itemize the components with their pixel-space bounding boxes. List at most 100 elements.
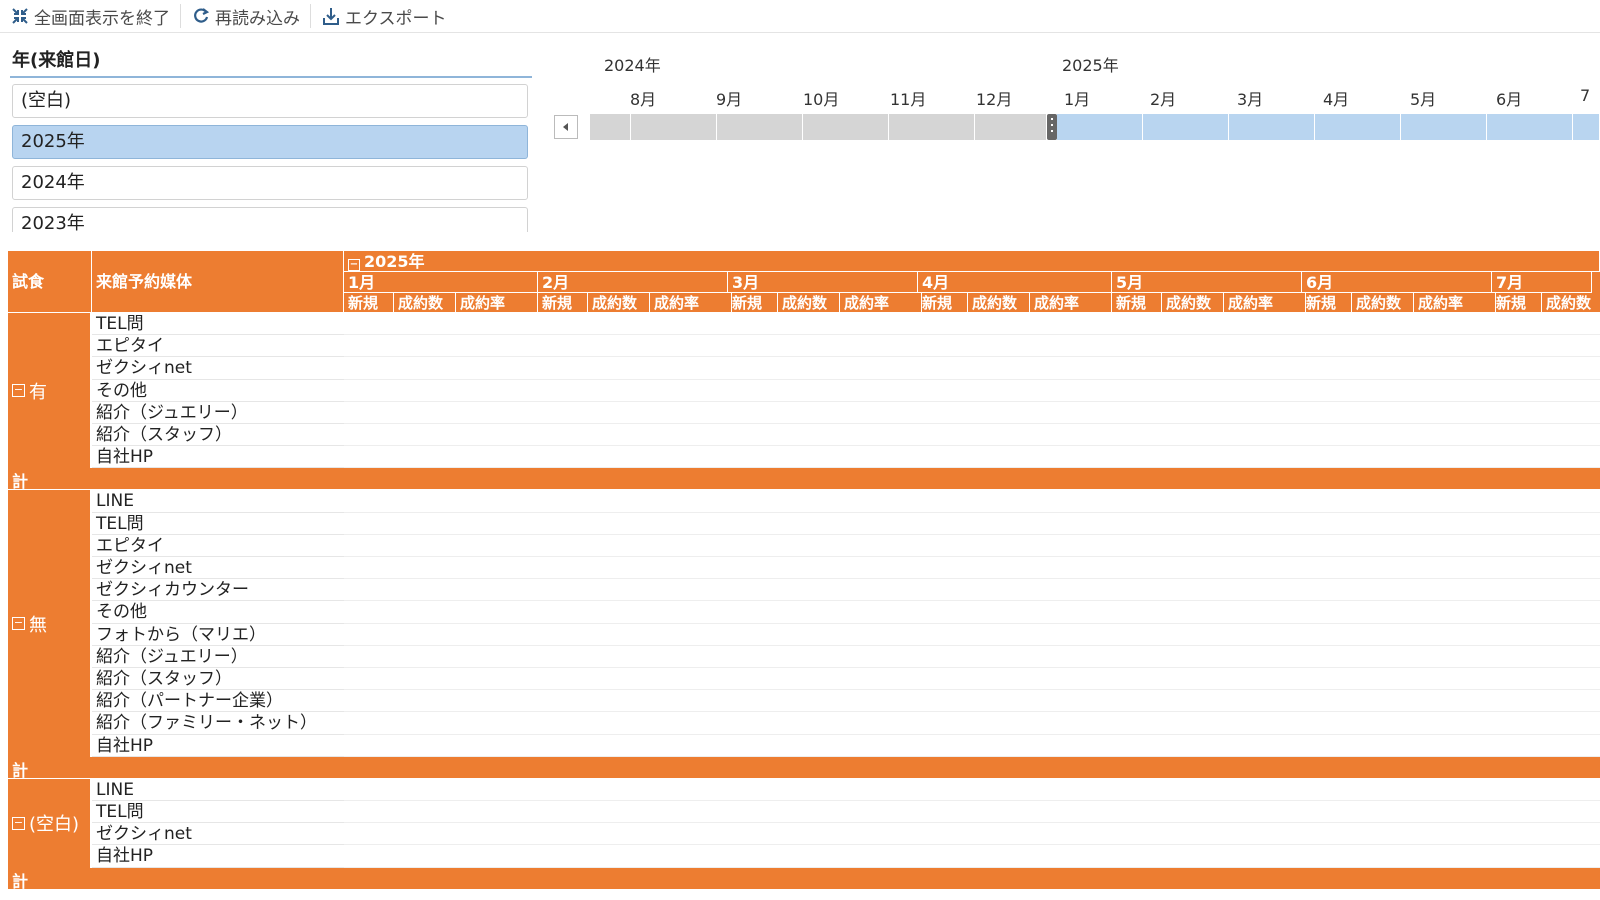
measure-header[interactable]: 成約率 <box>1414 293 1496 313</box>
month-header[interactable]: 2月 <box>538 272 728 293</box>
year-header[interactable]: −2025年 <box>344 251 1600 272</box>
data-row <box>344 335 1600 358</box>
measure-header[interactable]: 新規 <box>1112 293 1162 313</box>
timeline-segment[interactable] <box>803 114 889 140</box>
pivot-table: 試食 来館予約媒体 −2025年 1月 2月 3月 4月 5月 6月 7月 新規 成約数 成約率… <box>8 251 1600 900</box>
measure-header[interactable]: 成約率 <box>456 293 538 313</box>
month-header[interactable]: 4月 <box>918 272 1112 293</box>
row-label[interactable]: TEL問 <box>92 513 344 535</box>
total-label: 計 <box>12 472 29 492</box>
row-label[interactable]: LINE <box>92 779 344 801</box>
row-label[interactable]: ゼクシィカウンター <box>92 579 344 602</box>
timeline-segment[interactable] <box>631 114 717 140</box>
data-row <box>344 490 1600 513</box>
month-header[interactable]: 1月 <box>344 272 538 293</box>
row-label[interactable]: 紹介（ジュエリー） <box>92 402 344 424</box>
total-label: 計 <box>12 760 29 780</box>
timeline-segment[interactable] <box>889 114 975 140</box>
measure-header[interactable]: 新規 <box>728 293 778 313</box>
row-label[interactable]: 紹介（ファミリー・ネット） <box>92 712 344 735</box>
row-label[interactable]: 紹介（スタッフ） <box>92 424 344 447</box>
row-label[interactable]: ゼクシィnet <box>92 557 344 580</box>
measure-header[interactable]: 新規 <box>344 293 394 313</box>
measure-header[interactable]: 新規 <box>918 293 968 313</box>
row-label[interactable]: エピタイ <box>92 535 344 557</box>
month-header[interactable]: 6月 <box>1302 272 1492 293</box>
measure-header[interactable]: 成約数 <box>1352 293 1414 313</box>
slicer-item-blank[interactable]: (空白) <box>12 84 528 118</box>
row-label[interactable]: TEL問 <box>92 313 344 336</box>
slicer-item-2023[interactable]: 2023年 <box>12 207 528 232</box>
total-label: 計 <box>12 871 29 891</box>
timeline-scroll-left-button[interactable] <box>554 115 578 139</box>
measure-header[interactable]: 成約率 <box>650 293 732 313</box>
measure-header[interactable]: 新規 <box>1492 293 1542 313</box>
timeline-month: 12月 <box>976 90 1013 109</box>
collapse-group-icon[interactable]: − <box>12 384 25 398</box>
row-label[interactable]: その他 <box>92 601 344 624</box>
timeline-year-2025: 2025年 <box>1062 56 1119 75</box>
data-row <box>344 579 1600 602</box>
measure-header[interactable]: 成約率 <box>1224 293 1306 313</box>
slicer-item-2024[interactable]: 2024年 <box>12 166 528 200</box>
row-label[interactable]: エピタイ <box>92 335 344 358</box>
row-label[interactable]: 紹介（スタッフ） <box>92 668 344 691</box>
row-label[interactable]: 自社HP <box>92 446 344 469</box>
row-label[interactable]: 紹介（ジュエリー） <box>92 646 344 668</box>
measure-header[interactable]: 成約数 <box>394 293 456 313</box>
measure-header[interactable]: 成約数 <box>968 293 1030 313</box>
timeline-range-handle[interactable] <box>1047 114 1057 140</box>
timeline-segment-selected[interactable] <box>1057 114 1143 140</box>
group-header[interactable]: − (空白) <box>8 778 91 868</box>
month-header[interactable]: 3月 <box>728 272 918 293</box>
toolbar: 全画面表示を終了 再読み込み エクスポート <box>0 0 1600 33</box>
row-label[interactable]: 紹介（パートナー企業） <box>92 690 344 713</box>
row-label[interactable]: 自社HP <box>92 845 344 868</box>
column-header-media[interactable]: 来館予約媒体 <box>92 251 344 313</box>
timeline-segment[interactable] <box>590 114 631 140</box>
timeline-segment-selected[interactable] <box>1401 114 1487 140</box>
reload-button[interactable]: 再読み込み <box>181 3 310 29</box>
measure-header[interactable]: 成約数 <box>778 293 840 313</box>
column-header-shishoku[interactable]: 試食 <box>8 251 92 313</box>
timeline-segment[interactable] <box>717 114 803 140</box>
measure-header[interactable]: 成約数 <box>1162 293 1224 313</box>
timeline-segment-selected[interactable] <box>1315 114 1401 140</box>
row-label[interactable]: その他 <box>92 380 344 402</box>
row-label[interactable]: LINE <box>92 490 344 513</box>
slicer-item-2025[interactable]: 2025年 <box>12 125 528 159</box>
collapse-group-icon[interactable]: − <box>12 617 25 631</box>
timeline-segment-selected[interactable] <box>1229 114 1315 140</box>
timeline-month: 3月 <box>1237 90 1264 109</box>
row-label[interactable]: ゼクシィnet <box>92 357 344 380</box>
month-header[interactable]: 7月 <box>1492 272 1592 293</box>
timeline-segment-selected[interactable] <box>1487 114 1573 140</box>
data-row <box>344 424 1600 447</box>
timeline-bar[interactable] <box>590 114 1600 140</box>
row-label[interactable]: フォトから（マリエ） <box>92 624 344 646</box>
timeline-segment-selected[interactable] <box>1573 114 1600 140</box>
timeline-segment[interactable] <box>975 114 1047 140</box>
collapse-group-icon[interactable]: − <box>12 816 25 830</box>
timeline-month: 8月 <box>630 90 657 109</box>
data-row <box>344 690 1600 713</box>
row-label[interactable]: 自社HP <box>92 735 344 757</box>
collapse-year-icon[interactable]: − <box>348 259 360 271</box>
measure-header[interactable]: 成約率 <box>1030 293 1112 313</box>
month-header[interactable]: 5月 <box>1112 272 1302 293</box>
timeline-segment-selected[interactable] <box>1143 114 1229 140</box>
export-button[interactable]: エクスポート <box>311 3 457 29</box>
row-label[interactable]: ゼクシィnet <box>92 823 344 846</box>
collapse-icon <box>12 8 28 24</box>
measure-header[interactable]: 成約数 <box>588 293 650 313</box>
measure-header[interactable]: 新規 <box>538 293 588 313</box>
measure-header[interactable]: 新規 <box>1302 293 1352 313</box>
data-row <box>344 557 1600 580</box>
row-label[interactable]: TEL問 <box>92 801 344 824</box>
timeline-month: 1月 <box>1064 90 1091 109</box>
exit-fullscreen-button[interactable]: 全画面表示を終了 <box>0 3 180 29</box>
group-header[interactable]: − 無 <box>8 490 91 757</box>
group-header[interactable]: − 有 <box>8 313 91 469</box>
measure-header[interactable]: 成約率 <box>840 293 922 313</box>
measure-header[interactable]: 成約数 <box>1542 293 1600 313</box>
